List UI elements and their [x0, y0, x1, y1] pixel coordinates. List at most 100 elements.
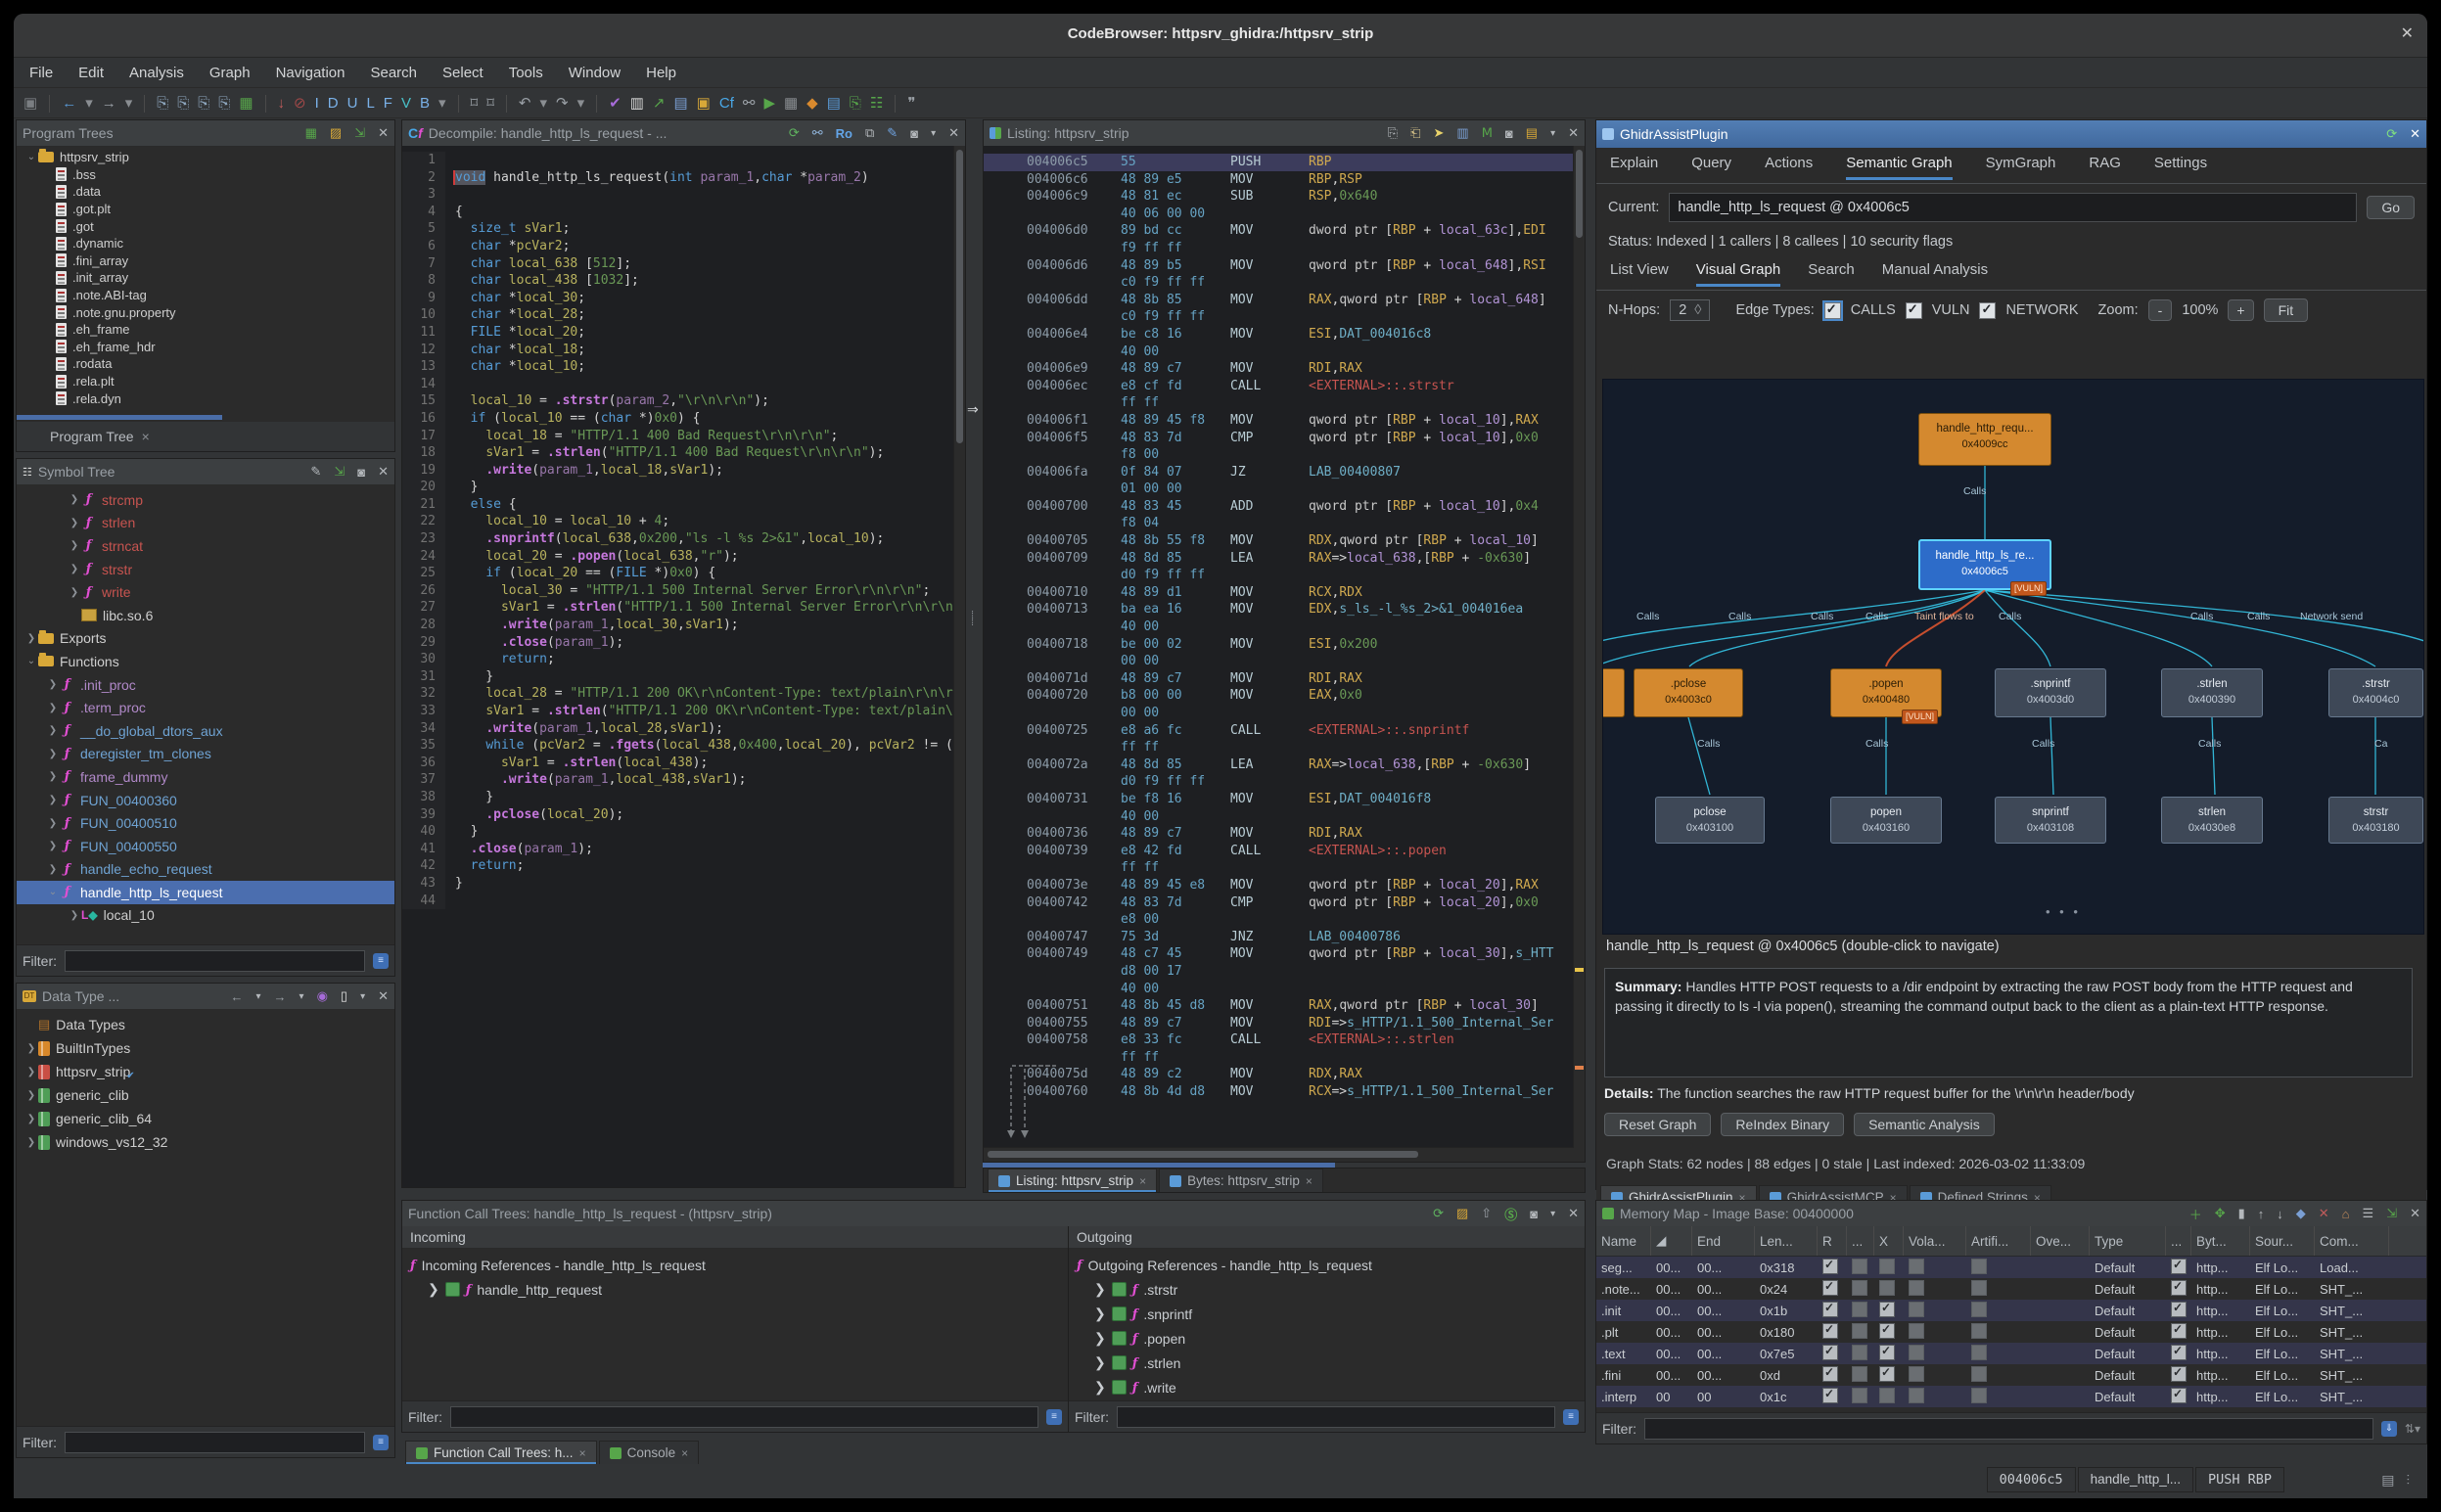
checkbox[interactable] — [1852, 1259, 1867, 1274]
close-icon[interactable]: ✕ — [1568, 1206, 1579, 1221]
menu-caret-icon[interactable]: ▾ — [1550, 1209, 1555, 1219]
filter-options-icon[interactable]: ≡ — [1046, 1409, 1062, 1425]
listing-row[interactable]: 0040071048 89 d1MOVRCX,RDX — [984, 584, 1585, 602]
outgoing-filter-input[interactable] — [1117, 1406, 1555, 1428]
listing-row[interactable]: 0040070948 8d 85LEARAX=>local_638,[RBP +… — [984, 550, 1585, 568]
graph-node-strlen[interactable]: .strlen0x400390 — [2161, 668, 2263, 717]
data-toggle-icon[interactable]: D — [328, 95, 339, 113]
tree-item-data-types[interactable]: ▤Data Types — [17, 1013, 394, 1036]
back-menu-icon[interactable]: ▾ — [85, 95, 93, 113]
checkbox[interactable] — [1909, 1280, 1924, 1296]
tree-item-note-abi-tag[interactable]: .note.ABI-tag — [17, 287, 394, 304]
listing-row[interactable]: 00400713ba ea 16MOVEDX,s_ls_-l_%s_2>&1_0… — [984, 601, 1585, 619]
tree-item-local-10[interactable]: ❯L◆local_10 — [17, 904, 394, 928]
fct-item-popen[interactable]: ❯ƒ.popen — [1077, 1326, 1585, 1351]
tab-close-icon[interactable]: × — [681, 1446, 688, 1460]
listing-row[interactable]: 004006fa0f 84 07JZLAB_00400807 — [984, 464, 1585, 481]
col-header-icon[interactable]: ... — [2166, 1226, 2191, 1256]
snapshot-icon[interactable]: ⎘ — [850, 95, 861, 113]
decompile-line[interactable]: 38 } — [402, 789, 965, 806]
listing-row[interactable]: 004006e948 89 c7MOVRDI,RAX — [984, 360, 1585, 378]
memory-filter-input[interactable] — [1644, 1418, 2373, 1440]
checkbox[interactable] — [1909, 1302, 1924, 1317]
tree-item-do-global-dtors-aux[interactable]: ❯ƒ__do_global_dtors_aux — [17, 719, 394, 743]
tab-symgraph[interactable]: SymGraph — [1986, 155, 2056, 177]
checkbox[interactable] — [1879, 1280, 1895, 1296]
snapshot-icon[interactable]: ◙ — [357, 465, 365, 480]
tab-settings[interactable]: Settings — [2154, 155, 2207, 177]
checkbox[interactable] — [2171, 1345, 2187, 1360]
col-header-vola[interactable]: Vola... — [1904, 1226, 1966, 1256]
window-close-icon[interactable]: ✕ — [2401, 23, 2414, 43]
checkbox[interactable] — [2171, 1259, 2187, 1274]
checkbox[interactable] — [1852, 1366, 1867, 1382]
datatype-filter-input[interactable] — [65, 1432, 365, 1453]
hscrollbar-thumb[interactable] — [988, 1151, 1418, 1158]
close-icon[interactable]: ✕ — [378, 988, 389, 1004]
decompile-line[interactable]: 18 sVar1 = .strlen("HTTP/1.1 400 Bad Req… — [402, 444, 965, 462]
memory-row-fini[interactable]: .fini00...00...0xdDefaulthttp...Elf Lo..… — [1596, 1364, 2426, 1386]
listing-row[interactable]: 004006c948 81 ecSUBRSP,0x640 — [984, 188, 1585, 206]
checkbox[interactable] — [1822, 1280, 1838, 1296]
chevron-right-icon[interactable]: ❯ — [46, 818, 60, 829]
decompile-line[interactable]: 26 local_30 = "HTTP/1.1 500 Internal Ser… — [402, 582, 965, 600]
checkbox[interactable] — [1971, 1280, 1987, 1296]
chevron-right-icon[interactable]: ❯ — [68, 587, 81, 598]
chevron-right-icon[interactable]: ❯ — [1094, 1379, 1106, 1396]
fct-root-row[interactable]: ƒIncoming References - handle_http_ls_re… — [410, 1253, 1068, 1277]
zoom-out-button[interactable]: - — [2148, 299, 2173, 321]
menu-item-graph[interactable]: Graph — [209, 65, 251, 81]
decompile-line[interactable]: 20 } — [402, 479, 965, 496]
decompile-line[interactable]: 37 .write(param_1,local_438,sVar1); — [402, 771, 965, 789]
listing-row[interactable]: 00400718be 00 02MOVESI,0x200 — [984, 636, 1585, 654]
export-icon[interactable]: ↗ — [653, 95, 666, 113]
forward-icon[interactable]: → — [102, 95, 116, 113]
decompile-line[interactable]: 15 local_10 = .strstr(param_2,"\r\n\r\n"… — [402, 392, 965, 410]
close-icon[interactable]: ✕ — [378, 125, 389, 141]
checkbox[interactable] — [1971, 1323, 1987, 1339]
listing-row[interactable]: 00400758e8 33 fcCALL<EXTERNAL>::.strlen — [984, 1031, 1585, 1049]
listing-header[interactable]: Listing: httpsrv_strip ⎘ ⎗ ➤ ▥ Ⅿ ◙ ▤ ▾ ✕ — [984, 120, 1585, 147]
bookmark-marker-yellow[interactable] — [1575, 968, 1584, 972]
checkbox[interactable] — [1879, 1323, 1895, 1339]
tree-item-handle-echo-request[interactable]: ❯ƒhandle_echo_request — [17, 858, 394, 882]
export-icon[interactable]: ⇲ — [2386, 1206, 2397, 1221]
tab-rag[interactable]: RAG — [2089, 155, 2121, 177]
paste-icon[interactable]: ⎗ — [1410, 125, 1420, 141]
run-icon[interactable]: ▶ — [763, 95, 775, 113]
fct-item-strlen[interactable]: ❯ƒ.strlen — [1077, 1351, 1585, 1375]
listing-row[interactable]: 004006c648 89 e5MOVRBP,RSP — [984, 171, 1585, 189]
tree-item-windows-vs12-32[interactable]: ❯windows_vs12_32 — [17, 1130, 394, 1154]
decompile-line[interactable]: 12 char *local_18; — [402, 342, 965, 359]
listing-row[interactable]: 004006e4be c8 16MOVESI,DAT_004016c8 — [984, 326, 1585, 344]
chevron-right-icon[interactable]: ❯ — [46, 771, 60, 782]
function-toggle-icon[interactable]: F — [384, 95, 392, 113]
menu-item-window[interactable]: Window — [569, 65, 621, 81]
checkbox[interactable] — [2171, 1388, 2187, 1403]
chevron-right-icon[interactable]: ❯ — [46, 841, 60, 851]
decompile-line[interactable]: 4{ — [402, 204, 965, 221]
splitter-arrow-icon[interactable]: ⇒ — [967, 401, 979, 418]
scrollbar-thumb[interactable] — [1576, 150, 1583, 238]
decompile-scrollbar[interactable] — [953, 146, 965, 1187]
checkbox[interactable] — [2171, 1280, 2187, 1296]
tree-item-handle-http-ls-request[interactable]: ⌄ƒhandle_http_ls_request — [17, 881, 394, 904]
decompile-line[interactable]: 2void handle_http_ls_request(int param_1… — [402, 169, 965, 187]
import-icon[interactable]: ⇲ — [334, 464, 345, 480]
memory-row-interp[interactable]: .interp00000x1cDefaulthttp...Elf Lo...SH… — [1596, 1386, 2426, 1407]
bookmark-toggle-icon[interactable]: B — [420, 95, 430, 113]
snapshot-icon[interactable]: ◙ — [1530, 1207, 1538, 1221]
listing-row[interactable]: 0040074248 83 7dCMPqword ptr [RBP + loca… — [984, 894, 1585, 912]
decompile-line[interactable]: 24 local_20 = .popen(local_638,"r"); — [402, 548, 965, 566]
chevron-right-icon[interactable]: ❯ — [24, 1090, 38, 1101]
memory-icon[interactable]: ▦ — [784, 95, 798, 113]
menu-item-help[interactable]: Help — [646, 65, 676, 81]
refresh-icon[interactable]: ⟳ — [789, 125, 800, 141]
forward-menu-icon[interactable]: ▾ — [125, 95, 133, 113]
col-header-len[interactable]: Len... — [1755, 1226, 1818, 1256]
tree-item-strstr[interactable]: ❯ƒstrstr — [17, 558, 394, 581]
close-icon[interactable]: ✕ — [1568, 125, 1579, 141]
col-header-name[interactable]: Name — [1596, 1226, 1651, 1256]
program-tree-tab-close-icon[interactable]: × — [142, 429, 150, 444]
decompile-line[interactable]: 36 sVar1 = .strlen(local_438); — [402, 755, 965, 772]
